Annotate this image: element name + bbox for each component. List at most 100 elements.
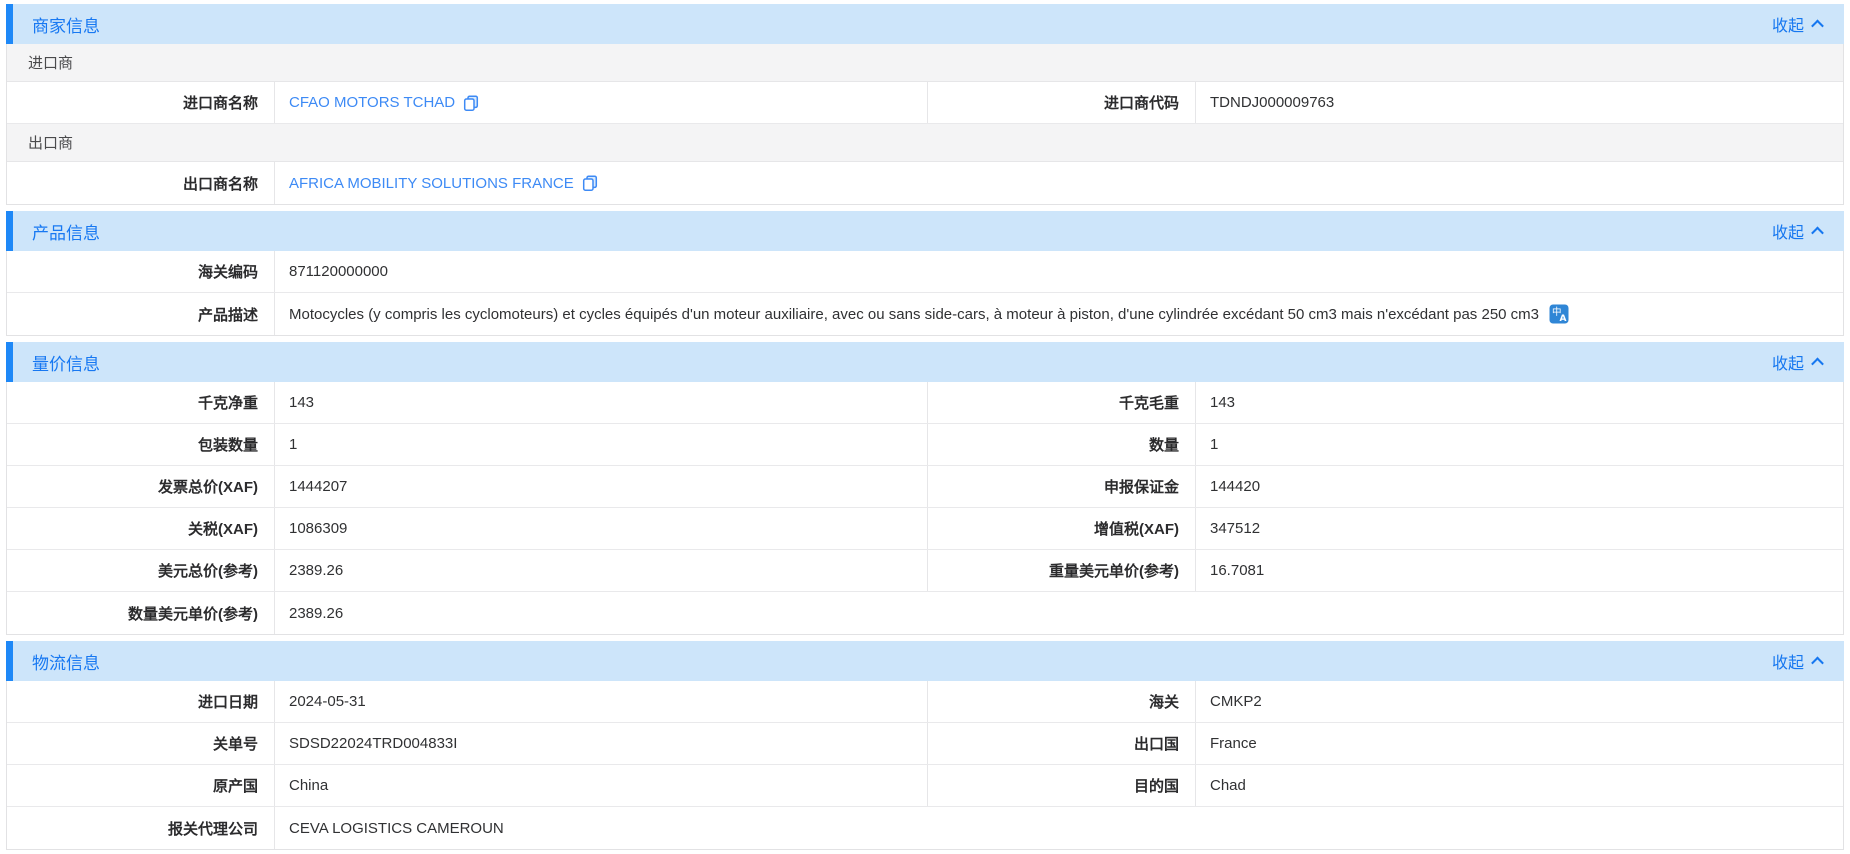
merchant-section-title: 商家信息: [32, 12, 100, 37]
section-product-info: 产品信息 收起 海关编码 871120000000 产品描述 Motocycle…: [6, 211, 1844, 336]
copy-icon[interactable]: [582, 175, 598, 191]
chevron-up-icon: [1811, 656, 1824, 669]
importer-code-value: TDNDJ000009763: [1196, 82, 1843, 123]
declaration-no-label: 关单号: [7, 723, 275, 764]
merchant-section-body: 进口商 进口商名称 CFAO MOTORS TCHAD: [6, 44, 1844, 205]
product-collapse-button[interactable]: 收起: [1772, 219, 1822, 243]
table-row: 发票总价(XAF) 1444207 申报保证金 144420: [7, 466, 1843, 508]
chevron-up-icon: [1811, 19, 1824, 32]
product-section-title: 产品信息: [32, 219, 100, 244]
exporter-name-label: 出口商名称: [7, 162, 275, 204]
gross-weight-label: 千克毛重: [928, 382, 1196, 423]
collapse-label: 收起: [1772, 219, 1804, 243]
table-row: 产品描述 Motocycles (y compris les cyclomote…: [7, 293, 1843, 335]
customs-broker-value: CEVA LOGISTICS CAMEROUN: [275, 807, 1843, 849]
exporter-name-cell: AFRICA MOBILITY SOLUTIONS FRANCE: [275, 162, 1843, 204]
hs-code-value: 871120000000: [275, 251, 1843, 292]
table-row: 报关代理公司 CEVA LOGISTICS CAMEROUN: [7, 807, 1843, 849]
quantity-price-collapse-button[interactable]: 收起: [1772, 350, 1822, 374]
merchant-collapse-button[interactable]: 收起: [1772, 12, 1822, 36]
logistics-section-header: 物流信息 收起: [6, 641, 1844, 681]
gross-weight-value: 143: [1196, 382, 1843, 423]
quantity-price-section-body: 千克净重 143 千克毛重 143 包装数量 1 数量 1 发票总价(XAF) …: [6, 382, 1844, 635]
logistics-collapse-button[interactable]: 收起: [1772, 649, 1822, 673]
product-desc-cell: Motocycles (y compris les cyclomoteurs) …: [275, 293, 1843, 335]
table-row: 海关编码 871120000000: [7, 251, 1843, 293]
origin-country-label: 原产国: [7, 765, 275, 806]
product-desc-value: Motocycles (y compris les cyclomoteurs) …: [289, 306, 1539, 323]
importer-name-link[interactable]: CFAO MOTORS TCHAD: [289, 94, 479, 111]
table-row: 进口商名称 CFAO MOTORS TCHAD 进口商代码 TDNDJ00000…: [7, 82, 1843, 124]
section-accent-bar: [6, 641, 13, 681]
table-row: 关税(XAF) 1086309 增值税(XAF) 347512: [7, 508, 1843, 550]
merchant-section-header: 商家信息 收起: [6, 4, 1844, 44]
table-row: 数量美元单价(参考) 2389.26: [7, 592, 1843, 634]
logistics-section-title: 物流信息: [32, 649, 100, 674]
collapse-label: 收起: [1772, 12, 1804, 36]
section-accent-bar: [6, 342, 13, 382]
table-row: 包装数量 1 数量 1: [7, 424, 1843, 466]
destination-country-value: Chad: [1196, 765, 1843, 806]
section-quantity-price-info: 量价信息 收起 千克净重 143 千克毛重 143 包装数量 1 数量 1 发票…: [6, 342, 1844, 635]
importer-code-label: 进口商代码: [928, 82, 1196, 123]
export-country-value: France: [1196, 723, 1843, 764]
quantity-price-section-header: 量价信息 收起: [6, 342, 1844, 382]
export-country-label: 出口国: [928, 723, 1196, 764]
logistics-section-body: 进口日期 2024-05-31 海关 CMKP2 关单号 SDSD22024TR…: [6, 681, 1844, 850]
trade-record-page: 商家信息 收起 进口商 进口商名称 CFAO MOTORS TCHAD: [0, 0, 1850, 850]
invoice-total-label: 发票总价(XAF): [7, 466, 275, 507]
translate-icon[interactable]: 中 A: [1549, 304, 1569, 324]
importer-name-cell: CFAO MOTORS TCHAD: [275, 82, 928, 123]
declared-deposit-label: 申报保证金: [928, 466, 1196, 507]
quantity-value: 1: [1196, 424, 1843, 465]
package-qty-value: 1: [275, 424, 928, 465]
product-desc-label: 产品描述: [7, 293, 275, 335]
chevron-up-icon: [1811, 226, 1824, 239]
exporter-name-value: AFRICA MOBILITY SOLUTIONS FRANCE: [289, 175, 574, 192]
section-logistics-info: 物流信息 收起 进口日期 2024-05-31 海关 CMKP2 关单号 SDS…: [6, 641, 1844, 850]
usd-total-value: 2389.26: [275, 550, 928, 591]
product-section-body: 海关编码 871120000000 产品描述 Motocycles (y com…: [6, 251, 1844, 336]
table-row: 出口商名称 AFRICA MOBILITY SOLUTIONS FRANCE: [7, 162, 1843, 204]
vat-label: 增值税(XAF): [928, 508, 1196, 549]
customs-office-value: CMKP2: [1196, 681, 1843, 722]
exporter-group-label: 出口商: [28, 132, 73, 153]
collapse-label: 收起: [1772, 350, 1804, 374]
exporter-name-link[interactable]: AFRICA MOBILITY SOLUTIONS FRANCE: [289, 175, 598, 192]
section-accent-bar: [6, 211, 13, 251]
quantity-price-section-title: 量价信息: [32, 350, 100, 375]
declaration-no-value: SDSD22024TRD004833I: [275, 723, 928, 764]
importer-group-label: 进口商: [28, 52, 73, 73]
customs-office-label: 海关: [928, 681, 1196, 722]
importer-group-header: 进口商: [7, 44, 1843, 82]
declared-deposit-value: 144420: [1196, 466, 1843, 507]
usd-unit-qty-value: 2389.26: [275, 592, 1843, 634]
destination-country-label: 目的国: [928, 765, 1196, 806]
net-weight-value: 143: [275, 382, 928, 423]
importer-name-value: CFAO MOTORS TCHAD: [289, 94, 455, 111]
chevron-up-icon: [1811, 357, 1824, 370]
copy-icon[interactable]: [463, 95, 479, 111]
invoice-total-value: 1444207: [275, 466, 928, 507]
usd-total-label: 美元总价(参考): [7, 550, 275, 591]
svg-text:A: A: [1560, 314, 1567, 324]
product-section-header: 产品信息 收起: [6, 211, 1844, 251]
table-row: 关单号 SDSD22024TRD004833I 出口国 France: [7, 723, 1843, 765]
net-weight-label: 千克净重: [7, 382, 275, 423]
origin-country-value: China: [275, 765, 928, 806]
usd-unit-qty-label: 数量美元单价(参考): [7, 592, 275, 634]
importer-name-label: 进口商名称: [7, 82, 275, 123]
hs-code-label: 海关编码: [7, 251, 275, 292]
exporter-group-header: 出口商: [7, 124, 1843, 162]
table-row: 原产国 China 目的国 Chad: [7, 765, 1843, 807]
table-row: 美元总价(参考) 2389.26 重量美元单价(参考) 16.7081: [7, 550, 1843, 592]
quantity-label: 数量: [928, 424, 1196, 465]
customs-duty-value: 1086309: [275, 508, 928, 549]
section-accent-bar: [6, 4, 13, 44]
import-date-value: 2024-05-31: [275, 681, 928, 722]
table-row: 进口日期 2024-05-31 海关 CMKP2: [7, 681, 1843, 723]
collapse-label: 收起: [1772, 649, 1804, 673]
vat-value: 347512: [1196, 508, 1843, 549]
usd-unit-weight-label: 重量美元单价(参考): [928, 550, 1196, 591]
table-row: 千克净重 143 千克毛重 143: [7, 382, 1843, 424]
